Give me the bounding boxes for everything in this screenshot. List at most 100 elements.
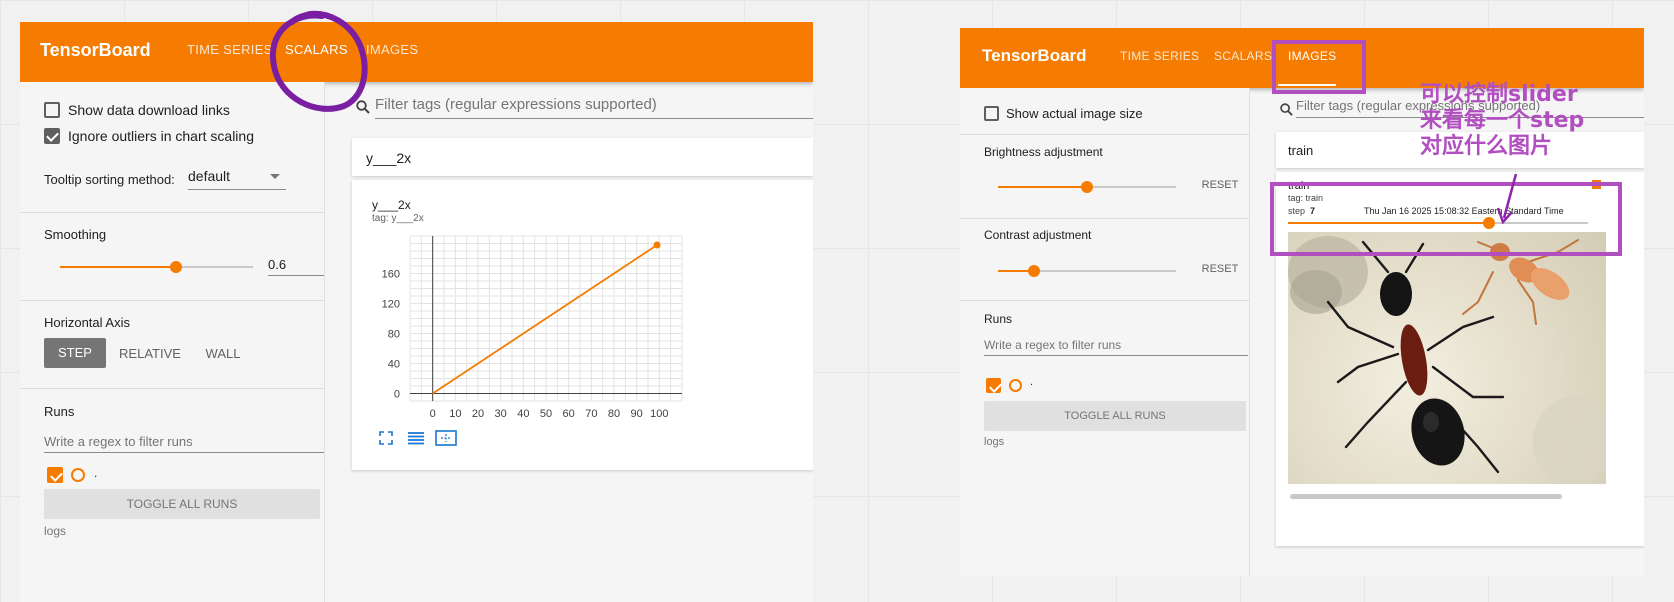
annotation-line-1: 可以控制slider	[1420, 82, 1578, 107]
x-tick-label: 50	[540, 408, 552, 420]
toggle-all-runs-button[interactable]: TOGGLE ALL RUNS	[984, 401, 1246, 431]
runs-filter-placeholder: Write a regex to filter runs	[984, 338, 1122, 352]
search-icon	[1280, 103, 1293, 116]
run-color-icon[interactable]	[1009, 379, 1022, 392]
brightness-label: Brightness adjustment	[984, 145, 1103, 159]
image-scrollbar[interactable]	[1290, 494, 1562, 499]
fit-domain-icon[interactable]	[435, 430, 457, 446]
toggle-log-scale-icon[interactable]	[407, 431, 425, 445]
logdir-label: logs	[44, 524, 67, 538]
smoothing-value: 0.6	[268, 257, 287, 272]
smoothing-slider-fill	[60, 266, 176, 268]
run-checkbox[interactable]	[986, 378, 1001, 393]
tab-time-series[interactable]: TIME SERIES	[187, 42, 273, 57]
chevron-down-icon	[270, 174, 280, 179]
tag-group-title: y___2x	[366, 150, 412, 166]
divider	[20, 300, 324, 301]
ignore-outliers-checkbox[interactable]	[44, 128, 60, 144]
divider	[960, 218, 1249, 219]
contrast-slider[interactable]	[998, 265, 1176, 277]
app-brand: TensorBoard	[982, 46, 1087, 65]
x-tick-label: 0	[430, 408, 436, 420]
annotation-text: 可以控制slider 来看每一个step 对应什么图片	[1420, 82, 1584, 160]
contrast-label: Contrast adjustment	[984, 228, 1092, 242]
runs-filter-input[interactable]: Write a regex to filter runs	[984, 338, 1248, 356]
x-tick-label: 60	[563, 408, 575, 420]
chart-title: y___2x	[372, 198, 411, 212]
brightness-slider-fill	[998, 186, 1087, 188]
axis-step-button[interactable]: STEP	[44, 338, 106, 368]
divider	[960, 134, 1249, 135]
contrast-slider-thumb[interactable]	[1027, 265, 1040, 277]
axis-wall-button[interactable]: WALL	[194, 346, 252, 361]
y-tick-label: 80	[388, 329, 400, 341]
show-actual-size-label: Show actual image size	[1006, 106, 1143, 121]
hand-drawn-circle	[269, 10, 368, 112]
x-tick-label: 80	[608, 408, 620, 420]
smoothing-slider[interactable]	[60, 261, 253, 273]
toggle-all-runs-button[interactable]: TOGGLE ALL RUNS	[44, 489, 320, 519]
x-tick-label: 100	[650, 408, 668, 420]
brightness-reset-button[interactable]: RESET	[1198, 179, 1242, 191]
y-tick-label: 120	[382, 299, 400, 311]
run-name: .	[94, 466, 98, 480]
annotation-line-3: 对应什么图片	[1420, 134, 1553, 159]
fullscreen-icon[interactable]	[379, 431, 393, 445]
tag-filter-input[interactable]: Filter tags (regular expressions support…	[375, 96, 813, 119]
y-tick-label: 0	[394, 389, 400, 401]
y-tick-label: 160	[382, 269, 400, 281]
brightness-slider-thumb[interactable]	[1081, 181, 1093, 193]
settings-sidebar: Show data download links Ignore outliers…	[20, 82, 325, 602]
ant-image	[1288, 232, 1606, 484]
divider	[20, 212, 324, 213]
last-point-marker	[653, 241, 661, 249]
images-tab-highlight	[1272, 40, 1366, 94]
brightness-slider[interactable]	[998, 181, 1176, 193]
chart-tag: tag: y___2x	[372, 213, 424, 224]
divider	[960, 300, 1249, 301]
tag-group-title: train	[1288, 143, 1314, 158]
runs-filter-input[interactable]: Write a regex to filter runs	[44, 434, 324, 453]
x-tick-label: 30	[495, 408, 507, 420]
scalars-window: TensorBoard TIME SERIES SCALARS IMAGES S…	[20, 22, 813, 602]
tag-filter-placeholder: Filter tags (regular expressions support…	[375, 96, 657, 113]
show-download-links-label: Show data download links	[68, 102, 230, 118]
axis-relative-button[interactable]: RELATIVE	[114, 346, 186, 361]
run-checkbox[interactable]	[47, 467, 63, 483]
divider	[20, 388, 324, 389]
step-slider-highlight	[1270, 182, 1622, 256]
annotation-line-2: 来看每一个step	[1420, 108, 1585, 133]
runs-label: Runs	[984, 312, 1013, 326]
tab-time-series[interactable]: TIME SERIES	[1120, 49, 1199, 63]
show-download-links-checkbox[interactable]	[44, 102, 60, 118]
runs-filter-placeholder: Write a regex to filter runs	[44, 434, 193, 449]
tooltip-sorting-select[interactable]: default	[188, 168, 286, 190]
show-actual-size-checkbox[interactable]	[984, 106, 999, 121]
x-tick-label: 90	[631, 408, 643, 420]
smoothing-value-input[interactable]: 0.6	[268, 257, 324, 276]
smoothing-label: Smoothing	[44, 227, 107, 242]
tag-group-header[interactable]: y___2x	[352, 138, 813, 176]
horizontal-axis-label: Horizontal Axis	[44, 315, 130, 330]
tooltip-sorting-value: default	[188, 168, 231, 184]
contrast-reset-button[interactable]: RESET	[1198, 263, 1242, 275]
annotation-arrow	[1496, 173, 1518, 225]
y-tick-label: 40	[388, 359, 400, 371]
x-tick-label: 20	[472, 408, 484, 420]
logdir-label: logs	[984, 436, 1005, 448]
runs-label: Runs	[44, 404, 75, 419]
tab-scalars[interactable]: SCALARS	[1214, 49, 1272, 63]
x-tick-label: 70	[585, 408, 597, 420]
x-tick-label: 10	[449, 408, 461, 420]
image-settings-sidebar: Show actual image size Brightness adjust…	[960, 88, 1250, 576]
scalar-chart-card: y___2x tag: y___2x 0 10 20 30 40 50 60 70 80 90 10…	[352, 180, 813, 470]
app-brand: TensorBoard	[40, 40, 151, 60]
tooltip-sorting-label: Tooltip sorting method:	[44, 172, 175, 187]
run-color-icon[interactable]	[71, 468, 85, 482]
smoothing-slider-thumb[interactable]	[169, 261, 182, 273]
line-chart[interactable]: 0 10 20 30 40 50 60 70 80 90 100 0 40 80 120 160	[362, 232, 702, 432]
top-app-bar: TensorBoard TIME SERIES SCALARS IMAGES	[20, 22, 813, 82]
x-tick-label: 40	[517, 408, 529, 420]
run-name: .	[1030, 376, 1034, 388]
ignore-outliers-label: Ignore outliers in chart scaling	[68, 128, 254, 144]
